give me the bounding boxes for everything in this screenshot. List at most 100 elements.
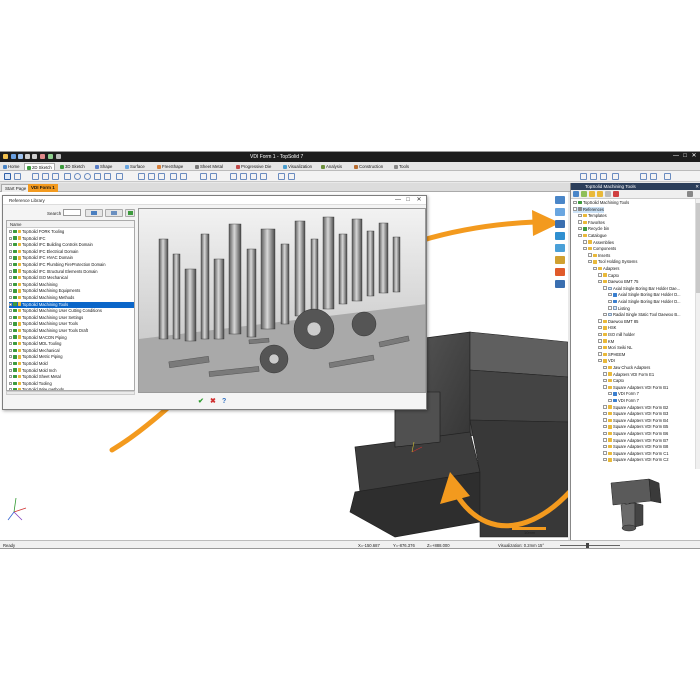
- tree-expand-icon[interactable]: [608, 398, 612, 402]
- tree-item[interactable]: Square Adapters VDI Form B7: [603, 438, 668, 445]
- expand-icon[interactable]: [9, 322, 12, 326]
- tab-freeshape[interactable]: FreeShape: [155, 163, 185, 170]
- expand-icon[interactable]: [9, 276, 12, 280]
- tree-item[interactable]: Axial Single Boring Bar Holder D...: [608, 292, 681, 299]
- list-item[interactable]: TopSolid MDL Tooling: [9, 341, 134, 348]
- expand-icon[interactable]: [9, 329, 12, 332]
- tree-item[interactable]: Square Adapters VDI Form B6: [603, 431, 668, 438]
- dialog-minimize-button[interactable]: —: [393, 196, 403, 205]
- polyline-icon[interactable]: [32, 173, 39, 180]
- tree-item[interactable]: Capto: [603, 378, 624, 385]
- zoom-slider[interactable]: [560, 545, 620, 546]
- tab-surface[interactable]: Surface: [123, 163, 147, 170]
- expand-icon[interactable]: [9, 302, 12, 306]
- tree-item[interactable]: SPHEEM: [598, 352, 625, 359]
- tree-expand-icon[interactable]: [588, 253, 592, 257]
- tree-expand-icon[interactable]: [603, 411, 607, 416]
- tree-expand-icon[interactable]: [593, 266, 597, 270]
- list-item[interactable]: TopSolid ISO Mechanical: [9, 275, 134, 282]
- tree-expand-icon[interactable]: [588, 259, 592, 264]
- list-item[interactable]: TopSolid Machining User Settings: [9, 315, 134, 322]
- tree-expand-icon[interactable]: [598, 345, 602, 350]
- tree-expand-icon[interactable]: [608, 299, 612, 303]
- search-input[interactable]: [63, 209, 81, 216]
- tree-expand-icon[interactable]: [603, 385, 607, 389]
- tree-item[interactable]: Jaw Chuck Adapters: [603, 365, 650, 372]
- project-icon[interactable]: [288, 173, 295, 180]
- maximize-button[interactable]: □: [681, 153, 689, 160]
- list-item[interactable]: TopSolid MACON Piping: [9, 335, 134, 342]
- customize-icon[interactable]: [56, 154, 61, 159]
- pattern-icon[interactable]: [278, 173, 285, 180]
- tree-expand-icon[interactable]: [578, 226, 582, 231]
- tab-start-page[interactable]: Start Page: [1, 184, 31, 192]
- tab-visualization[interactable]: Visualization: [281, 163, 314, 170]
- tab-construction[interactable]: Construction: [352, 163, 385, 170]
- tab-sheet-metal[interactable]: Sheet Metal: [193, 163, 225, 170]
- tree-item[interactable]: Components: [583, 246, 616, 253]
- view-top-icon[interactable]: [590, 173, 597, 180]
- tab-shape[interactable]: Shape: [93, 163, 114, 170]
- tree-expand-icon[interactable]: [603, 405, 607, 409]
- expand-icon[interactable]: [9, 236, 12, 240]
- zoom-slider-thumb[interactable]: [586, 543, 589, 548]
- list-item[interactable]: TopSolid IFC Building Controls Domain: [9, 242, 134, 249]
- tree-item[interactable]: Daewoo BMT 85: [598, 319, 638, 326]
- tree-item[interactable]: Square Adapters VDI Form B5: [603, 424, 668, 431]
- expand-icon[interactable]: [9, 269, 12, 273]
- trim-icon[interactable]: [170, 173, 177, 180]
- help-button[interactable]: ?: [222, 397, 226, 406]
- expand-icon[interactable]: [9, 335, 12, 339]
- list-item[interactable]: TopSolid Mechanical: [9, 348, 134, 355]
- new-folder-icon[interactable]: [597, 191, 603, 197]
- expand-icon[interactable]: [9, 296, 12, 299]
- tree-expand-icon[interactable]: [578, 213, 582, 218]
- tree-item[interactable]: Inserts: [588, 253, 610, 260]
- tree-expand-icon[interactable]: [603, 286, 607, 290]
- undo-icon[interactable]: [25, 154, 30, 159]
- tree-item[interactable]: Templates: [578, 213, 607, 220]
- tree-item[interactable]: Square Adapters VDI Form B3: [603, 411, 668, 418]
- polygon-icon[interactable]: [94, 173, 101, 180]
- list-item[interactable]: TopSolid Sheet Metal: [9, 374, 134, 381]
- tree-item[interactable]: Tool Holding Systems: [588, 259, 637, 266]
- tree-expand-icon[interactable]: [578, 233, 582, 237]
- point-icon[interactable]: [52, 173, 59, 180]
- tree-expand-icon[interactable]: [608, 292, 612, 297]
- dimension-icon[interactable]: [200, 173, 207, 180]
- tree-item[interactable]: VDI: [598, 358, 615, 365]
- list-item[interactable]: TopSolid Machining Tools: [9, 301, 134, 309]
- tree-expand-icon[interactable]: [598, 319, 602, 323]
- expand-icon[interactable]: [9, 282, 12, 286]
- tree-expand-icon[interactable]: [603, 457, 607, 462]
- mirror-icon[interactable]: [230, 173, 237, 180]
- pencil-icon[interactable]: [4, 173, 11, 180]
- tree-expand-icon[interactable]: [603, 418, 607, 422]
- list-item[interactable]: TopSolid FORK Tooling: [9, 229, 134, 236]
- tree-item[interactable]: Square Adapters VDI Form B4: [603, 418, 668, 425]
- tree-item[interactable]: Capto: [598, 273, 619, 280]
- list-item[interactable]: TopSolid Mold Inch: [9, 368, 134, 375]
- text-icon[interactable]: [116, 173, 123, 180]
- search-button[interactable]: [85, 209, 103, 217]
- list-item[interactable]: TopSolid Metric Piping: [9, 354, 134, 361]
- forward-icon[interactable]: [581, 191, 587, 197]
- extend-icon[interactable]: [180, 173, 187, 180]
- fillet-icon[interactable]: [148, 173, 155, 180]
- tree-item[interactable]: Square Adapters VDI Form B8: [603, 444, 668, 451]
- tree-expand-icon[interactable]: [598, 279, 602, 284]
- tree-item[interactable]: Square Adapters VDI Form B1: [603, 385, 668, 392]
- tree-item[interactable]: Square Adapters VDI Form B2: [603, 405, 668, 412]
- shading-icon[interactable]: [650, 173, 657, 180]
- tree-item[interactable]: HSK: [598, 325, 616, 332]
- expand-icon[interactable]: [9, 315, 12, 319]
- tab-home[interactable]: Home: [1, 163, 21, 170]
- view-cube-icon[interactable]: [555, 196, 565, 204]
- expand-icon[interactable]: [9, 381, 12, 385]
- tab-analysis[interactable]: Analysis: [319, 163, 344, 170]
- chamfer-icon[interactable]: [158, 173, 165, 180]
- tree-expand-icon[interactable]: [603, 312, 607, 317]
- spline-icon[interactable]: [104, 173, 111, 180]
- tree-item[interactable]: Radial Single Static Tool Daewoo B...: [603, 312, 681, 319]
- filter-button[interactable]: [105, 209, 123, 217]
